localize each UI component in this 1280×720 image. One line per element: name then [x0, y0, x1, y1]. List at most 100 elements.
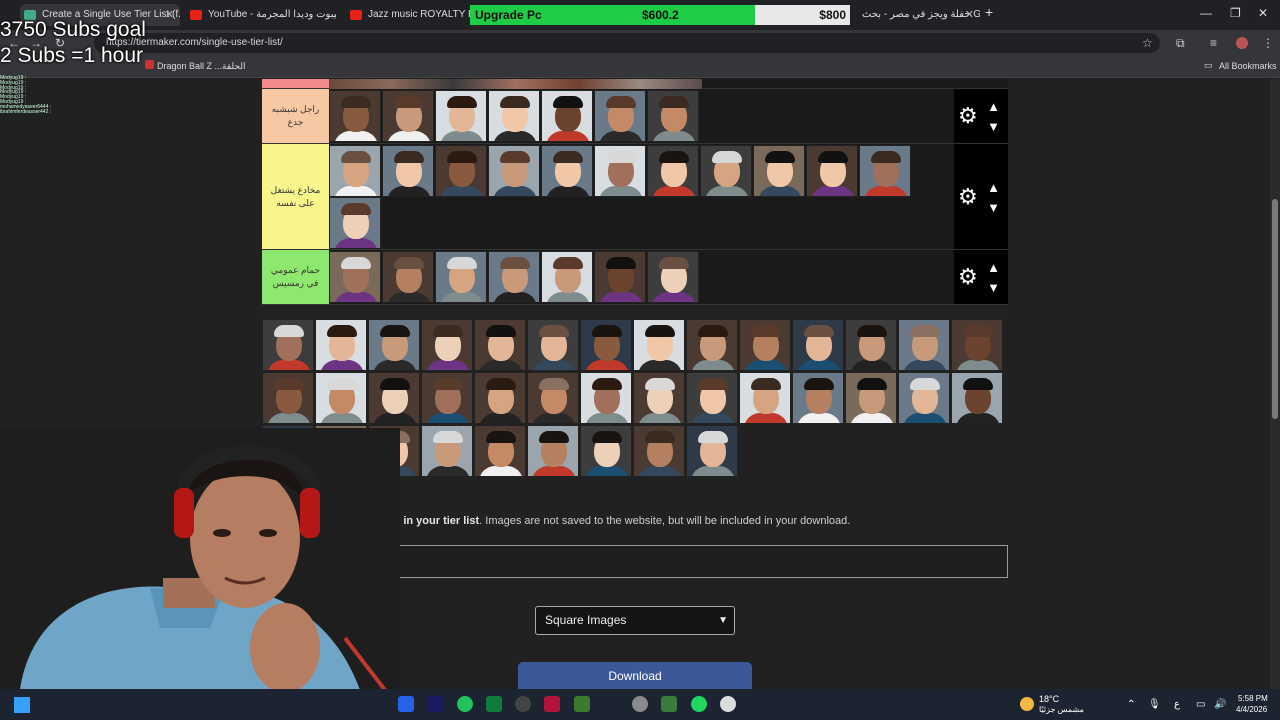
tier-label[interactable]: حمام عمومي في رمسيس	[262, 250, 329, 304]
profile-avatar[interactable]	[1236, 37, 1248, 49]
notepad-icon[interactable]	[661, 696, 677, 712]
tier-label[interactable]: راجل شبشبه جدع	[262, 89, 329, 143]
weather-temp[interactable]: 18°C	[1039, 694, 1059, 704]
tier-item-image[interactable]	[633, 372, 685, 424]
tier-item-image[interactable]	[647, 90, 699, 142]
tier-item-image[interactable]	[792, 319, 844, 371]
tab-google-search[interactable]: حفلة ويجز في مصر - بحث Google ✕	[840, 4, 980, 26]
settings-icon[interactable]	[632, 696, 648, 712]
settings-gear-icon[interactable]: ⚙	[958, 104, 978, 128]
minimize-icon[interactable]: —	[1200, 6, 1212, 20]
tier-item-image[interactable]	[421, 319, 473, 371]
settings-gear-icon[interactable]: ⚙	[958, 184, 978, 209]
acrobat-icon[interactable]	[544, 696, 560, 712]
close-tab-icon[interactable]: ✕	[165, 4, 174, 26]
download-button[interactable]: Download	[518, 662, 752, 689]
all-bookmarks-button[interactable]: All Bookmarks	[1219, 61, 1277, 71]
media-control-icon[interactable]: ≡	[1210, 36, 1217, 50]
tier-item-image[interactable]	[541, 251, 593, 303]
new-tab-button[interactable]: +	[985, 4, 993, 20]
bookmark-dragon-ball[interactable]: Dragon Ball Z ...الحلقة	[157, 61, 245, 72]
tray-overflow-icon[interactable]: ⌃	[1127, 699, 1135, 710]
move-up-icon[interactable]: ▲	[987, 100, 1000, 113]
tier-item-image[interactable]	[686, 372, 738, 424]
tier-item-image[interactable]	[368, 319, 420, 371]
input-language[interactable]: ع	[1174, 699, 1180, 710]
tier-item-image[interactable]	[329, 145, 381, 197]
tier-item-image[interactable]	[859, 145, 911, 197]
tier-item-image[interactable]	[594, 90, 646, 142]
settings-gear-icon[interactable]: ⚙	[958, 265, 978, 289]
tier-item-image[interactable]	[435, 145, 487, 197]
spotify-icon[interactable]	[691, 696, 707, 712]
tier-item-image[interactable]	[753, 145, 805, 197]
whatsapp-icon[interactable]	[457, 696, 473, 712]
tier-item-image[interactable]	[329, 197, 381, 249]
tab-youtube[interactable]: YouTube - إستيبوت وديدا المجرمة	[186, 4, 336, 26]
page-scrollbar[interactable]	[1270, 79, 1280, 689]
scrollbar-thumb[interactable]	[1272, 199, 1278, 419]
tier-item-image[interactable]	[792, 372, 844, 424]
tier-item-image[interactable]	[315, 372, 367, 424]
tier-item-image[interactable]	[951, 319, 1003, 371]
tier-item-image[interactable]	[594, 251, 646, 303]
move-down-icon[interactable]: ▼	[987, 281, 1000, 294]
image-mode-select[interactable]: Square Images ▼	[535, 606, 735, 635]
premiere-pro-icon[interactable]	[427, 696, 443, 712]
tier-item-image[interactable]	[474, 425, 526, 477]
media-player-icon[interactable]	[720, 696, 736, 712]
tier-item-image[interactable]	[647, 251, 699, 303]
minecraft-icon[interactable]	[574, 696, 590, 712]
tier-item-image[interactable]	[739, 372, 791, 424]
url-input[interactable]: https://tiermaker.com/single-use-tier-li…	[94, 33, 1160, 53]
move-down-icon[interactable]: ▼	[987, 201, 1000, 214]
restore-icon[interactable]: ❐	[1230, 6, 1241, 20]
tier-item-image[interactable]	[488, 145, 540, 197]
clock-date[interactable]: 4/4/2026	[1236, 705, 1267, 714]
extensions-icon[interactable]: ⧉	[1176, 36, 1185, 51]
close-tab-icon[interactable]: ✕	[965, 4, 974, 26]
move-up-icon[interactable]: ▲	[987, 181, 1000, 194]
tier-item-image[interactable]	[806, 145, 858, 197]
taskbar-app-icon[interactable]	[398, 696, 414, 712]
tier-item-image[interactable]	[580, 372, 632, 424]
tier-item-image[interactable]	[382, 145, 434, 197]
tier-item-image[interactable]	[474, 372, 526, 424]
menu-icon[interactable]: ⋮	[1262, 36, 1274, 50]
tier-item-image[interactable]	[262, 319, 314, 371]
tier-item-image[interactable]	[329, 251, 381, 303]
tier-item-image[interactable]	[700, 145, 752, 197]
tier-item-image[interactable]	[527, 372, 579, 424]
tier-item-image[interactable]	[435, 90, 487, 142]
tier-item-image[interactable]	[474, 319, 526, 371]
tier-item-image[interactable]	[488, 251, 540, 303]
tier-item-image[interactable]	[368, 372, 420, 424]
tier-item-image[interactable]	[633, 425, 685, 477]
tier-item-image[interactable]	[382, 251, 434, 303]
tier-item-image[interactable]	[686, 425, 738, 477]
tier-item-image[interactable]	[845, 372, 897, 424]
tier-item-image[interactable]	[951, 372, 1003, 424]
windows-start-icon[interactable]	[14, 697, 30, 713]
microphone-icon[interactable]: 🎙	[1148, 699, 1161, 710]
tier-item-image[interactable]	[845, 319, 897, 371]
tier-item-image[interactable]	[686, 319, 738, 371]
tier-item-image[interactable]	[580, 425, 632, 477]
tier-item-image[interactable]	[315, 319, 367, 371]
tier-item-image[interactable]	[421, 372, 473, 424]
tier-item-image[interactable]	[527, 425, 579, 477]
close-window-icon[interactable]: ✕	[1258, 6, 1268, 20]
move-down-icon[interactable]: ▼	[987, 120, 1000, 133]
tier-item-image[interactable]	[580, 319, 632, 371]
tier-item-image[interactable]	[488, 90, 540, 142]
tier-item-image[interactable]	[527, 319, 579, 371]
network-icon[interactable]: ▭	[1196, 699, 1205, 710]
bookmark-star-icon[interactable]: ☆	[1142, 36, 1153, 50]
excel-icon[interactable]	[486, 696, 502, 712]
clock-time[interactable]: 5:58 PM	[1238, 694, 1268, 703]
tab-jazz-music[interactable]: Jazz music ROYALTY FREE Bac	[346, 4, 470, 26]
tier-item-image[interactable]	[739, 319, 791, 371]
tier-item-image[interactable]	[647, 145, 699, 197]
tier-item-image[interactable]	[541, 90, 593, 142]
tier-item-image[interactable]	[594, 145, 646, 197]
